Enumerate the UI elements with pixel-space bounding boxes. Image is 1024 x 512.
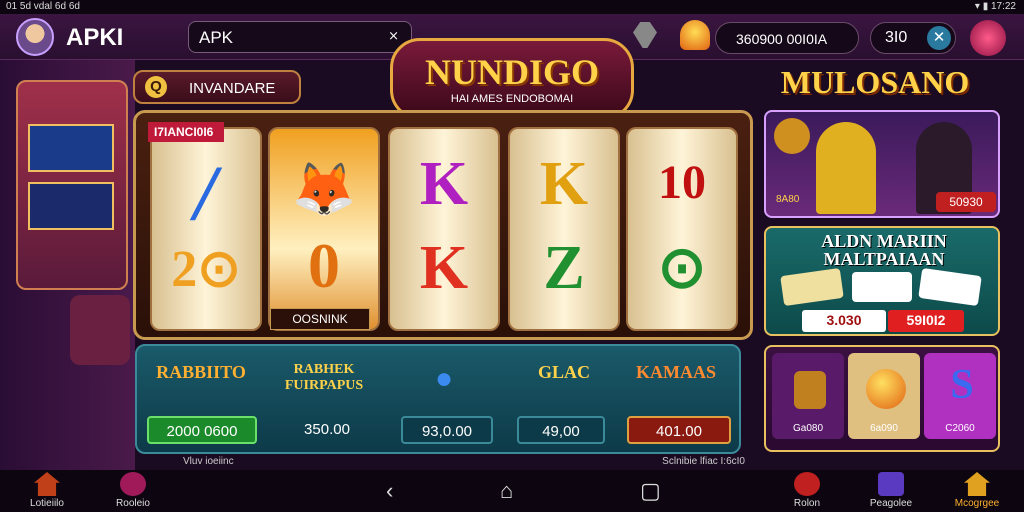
- reel[interactable]: 🦊 0: [268, 127, 380, 331]
- logo-title: NUNDIGO: [424, 52, 599, 92]
- tile-label: 6a090: [870, 423, 898, 434]
- nav-label: Mcogrgee: [954, 498, 1000, 509]
- app-label: APKI: [66, 24, 124, 51]
- tile-label: C2060: [945, 423, 975, 434]
- fox-icon: 🦊: [291, 162, 357, 219]
- ticker-left: Vluv ioeiinc: [183, 456, 234, 467]
- logo-subtitle: HAI AMES ENDOBOMAI: [450, 93, 574, 105]
- reel-symbol: Z: [543, 234, 585, 302]
- nav-item-rolon[interactable]: Rolon: [772, 472, 842, 509]
- reel-ribbon: I7IANCI0I6: [148, 122, 224, 142]
- status-right: ▾ ▮ 17:22: [974, 1, 1016, 12]
- category-title[interactable]: KAMAAS: [631, 362, 721, 383]
- reel-panel: ╱ 2⊙ 🦊 0 K K K Z 10 ⊙: [133, 110, 753, 340]
- reel-symbol: K: [419, 150, 469, 218]
- card-label: 8A80: [776, 194, 800, 205]
- card-value: 3.030: [802, 310, 886, 332]
- reel-symbol: ⊙: [657, 235, 707, 300]
- category-value[interactable]: 2000 0600: [147, 416, 257, 444]
- category-value[interactable]: 49,00: [517, 416, 605, 444]
- category-value[interactable]: 93,0.00: [401, 416, 493, 444]
- search-text: APK: [199, 28, 234, 47]
- promo-card-mahjong[interactable]: ALDN MARIIN MALTPAIAAN 3.030 59I0I2: [764, 226, 1000, 336]
- search-icon: Q: [145, 76, 167, 98]
- dealer-illustration: [816, 122, 876, 214]
- nav-item-home[interactable]: Lotieiilo: [12, 472, 82, 509]
- reel-symbol: 0: [308, 230, 340, 301]
- badge-label: INVANDARE: [189, 80, 276, 97]
- reel[interactable]: K Z: [508, 127, 620, 331]
- reel-symbol: K: [539, 150, 589, 218]
- orb-icon: [866, 369, 906, 409]
- category-panel: RABBIITO RABHEK FUIRPAPUS ● GLAC KAMAAS …: [135, 344, 741, 454]
- card-value: 50930: [936, 192, 996, 212]
- clear-icon[interactable]: ⨯: [388, 28, 399, 44]
- ticker-right: Sclnibie lfiac I:6cI0: [662, 456, 745, 467]
- card-title: ALDN MARIIN MALTPAIAAN: [821, 231, 947, 269]
- letter-s-icon: S: [950, 362, 974, 408]
- reel-symbol: K: [419, 234, 469, 302]
- nav-item-mcogrgee[interactable]: Mcogrgee: [942, 472, 1012, 509]
- house-icon: [964, 472, 990, 496]
- reel-symbol: ╱: [192, 170, 220, 219]
- tile-illustration: [852, 272, 912, 302]
- gift-icon: [878, 472, 904, 496]
- machine-screen: [28, 182, 114, 230]
- nav-label: Lotieiilo: [30, 498, 64, 509]
- category-title[interactable]: RABHEK FUIRPAPUS: [269, 362, 379, 394]
- reel[interactable]: K K: [388, 127, 500, 331]
- coin-icon: [680, 20, 710, 50]
- reel-caption: OOSNINK: [270, 308, 370, 330]
- tile-illustration: [918, 267, 982, 307]
- slot-machine-illustration: [16, 80, 128, 290]
- back-button[interactable]: ‹: [386, 478, 393, 504]
- status-bar: 01 5d vdal 6d 6d ▾ ▮ 17:22: [0, 0, 1024, 14]
- nav-label: Rolon: [793, 498, 821, 509]
- promo-card-slots[interactable]: S Ga080 6a090 C2060: [764, 345, 1000, 452]
- home-icon: [34, 472, 60, 496]
- tile-label: Ga080: [792, 423, 824, 434]
- category-title[interactable]: RABBIITO: [151, 362, 251, 383]
- recent-apps-button[interactable]: ▢: [640, 478, 661, 504]
- nav-label: Peagolee: [869, 498, 913, 509]
- category-title[interactable]: GLAC: [529, 362, 599, 383]
- no-icon: [794, 472, 820, 496]
- gift-icon[interactable]: [970, 20, 1006, 56]
- balance-display[interactable]: 360900 00I0IA: [715, 22, 859, 54]
- chip-icon: [774, 118, 810, 154]
- level-display[interactable]: 3I0 ✕: [870, 22, 956, 54]
- category-value[interactable]: 401.00: [627, 416, 731, 444]
- card-value: 59I0I2: [888, 310, 964, 332]
- level-value: 3I0: [885, 29, 908, 46]
- globe-icon[interactable]: ●: [419, 362, 469, 396]
- reel-symbol: 2⊙: [171, 241, 241, 298]
- bag-icon: [794, 371, 826, 409]
- category-value[interactable]: 350.00: [277, 416, 377, 444]
- search-input[interactable]: APK ⨯: [188, 21, 412, 53]
- side-title: MULOSANO: [780, 64, 970, 100]
- status-left: 01 5d vdal 6d 6d: [6, 1, 80, 12]
- tile-illustration: [780, 267, 844, 307]
- reel[interactable]: 10 ⊙: [626, 127, 738, 331]
- category-badge[interactable]: Q INVANDARE: [133, 70, 301, 104]
- promo-card-cards[interactable]: 8A80 50930: [764, 110, 1000, 218]
- avatar[interactable]: [16, 18, 54, 56]
- nav-item-peagolee[interactable]: Peagolee: [856, 472, 926, 509]
- game-logo: NUNDIGO HAI AMES ENDOBOMAI: [390, 38, 634, 120]
- info-ticker: Vluv ioeiinc Sclnibie lfiac I:6cI0: [135, 456, 755, 470]
- nav-label: Rooleio: [116, 498, 150, 509]
- star-icon: [120, 472, 146, 496]
- close-icon[interactable]: ✕: [927, 26, 951, 50]
- chair-illustration: [70, 295, 130, 365]
- reel[interactable]: ╱ 2⊙: [150, 127, 262, 331]
- home-button[interactable]: ⌂: [500, 478, 513, 504]
- machine-screen: [28, 124, 114, 172]
- nav-item-rooleio[interactable]: Rooleio: [98, 472, 168, 509]
- reel-symbol: 10: [658, 156, 706, 209]
